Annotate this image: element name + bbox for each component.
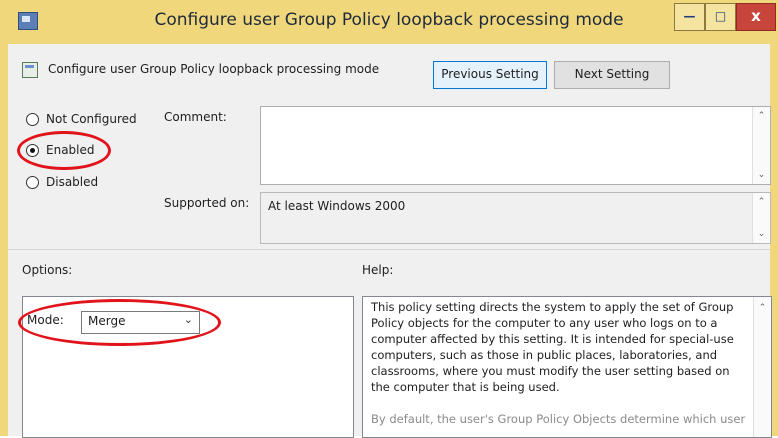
- comment-textbox[interactable]: ⌃ ⌄: [260, 106, 771, 185]
- radio-label: Disabled: [46, 175, 99, 189]
- radio-label: Not Configured: [46, 112, 137, 126]
- scroll-up-arrow-icon[interactable]: ⌃: [753, 111, 770, 121]
- window-border-left: [0, 44, 8, 436]
- comment-label: Comment:: [164, 110, 227, 124]
- minimize-button[interactable]: —: [674, 3, 705, 31]
- radio-disabled[interactable]: Disabled: [26, 173, 98, 191]
- section-divider: [8, 249, 770, 250]
- options-label: Options:: [22, 263, 73, 277]
- help-pane: This policy setting directs the system t…: [362, 296, 772, 438]
- mode-value: Merge: [88, 314, 126, 328]
- maximize-button[interactable]: □: [705, 3, 736, 31]
- mode-label: Mode:: [27, 313, 64, 327]
- previous-setting-button[interactable]: Previous Setting: [433, 61, 547, 89]
- supported-on-value: At least Windows 2000: [268, 199, 406, 213]
- next-setting-button[interactable]: Next Setting: [554, 61, 670, 89]
- mode-dropdown[interactable]: Merge ⌄: [81, 311, 200, 334]
- radio-enabled[interactable]: Enabled: [26, 141, 95, 159]
- help-paragraph-1: This policy setting directs the system t…: [371, 300, 734, 394]
- help-paragraph-2: By default, the user's Group Policy Obje…: [371, 412, 746, 426]
- chevron-down-icon: ⌄: [183, 313, 193, 326]
- radio-button[interactable]: [26, 112, 39, 126]
- radio-button[interactable]: [26, 175, 39, 189]
- help-scrollbar[interactable]: ⌃: [753, 297, 771, 437]
- supported-on-box: At least Windows 2000 ⌃ ⌄: [260, 192, 771, 244]
- radio-not-configured[interactable]: Not Configured: [26, 110, 137, 128]
- scroll-up-arrow-icon[interactable]: ⌃: [753, 197, 770, 207]
- policy-icon: [22, 62, 38, 78]
- supported-on-label: Supported on:: [164, 196, 250, 210]
- scroll-up-arrow-icon[interactable]: ⌃: [754, 303, 771, 313]
- radio-label: Enabled: [46, 143, 95, 157]
- scroll-down-arrow-icon[interactable]: ⌄: [753, 170, 770, 180]
- close-button[interactable]: x: [736, 3, 776, 31]
- scroll-down-arrow-icon[interactable]: ⌄: [753, 229, 770, 239]
- radio-button[interactable]: [26, 143, 39, 157]
- comment-scrollbar[interactable]: ⌃ ⌄: [752, 107, 770, 184]
- help-label: Help:: [362, 263, 394, 277]
- window-title: Configure user Group Policy loopback pro…: [154, 10, 624, 30]
- setting-name: Configure user Group Policy loopback pro…: [48, 62, 380, 76]
- supported-scrollbar[interactable]: ⌃ ⌄: [752, 193, 770, 243]
